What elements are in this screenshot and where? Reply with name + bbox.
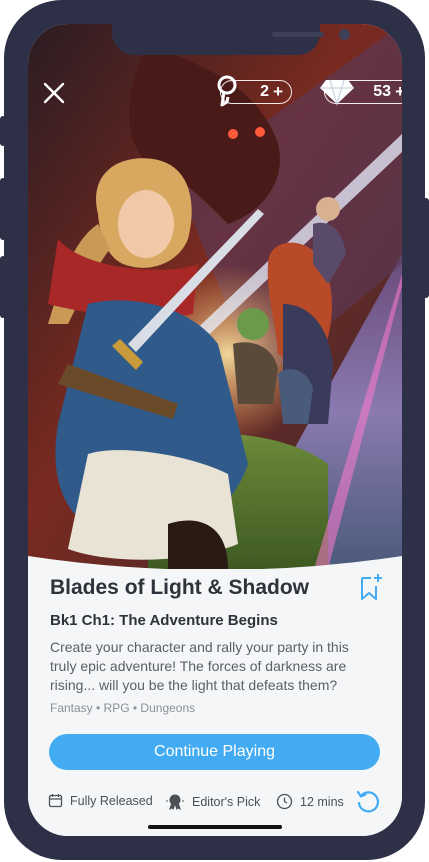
screen: 2 + 53 + Blades of Light & Shadow Bk1 Ch… — [28, 24, 402, 836]
story-title: Blades of Light & Shadow — [50, 576, 310, 599]
key-icon — [217, 75, 237, 107]
restart-icon — [356, 790, 379, 813]
gems-plus: + — [395, 82, 402, 101]
keys-plus: + — [273, 82, 283, 101]
speaker-grille — [272, 32, 324, 37]
close-icon — [43, 82, 65, 104]
release-status-label: Fully Released — [70, 793, 153, 808]
gem-icon — [320, 79, 354, 106]
read-time: 12 mins — [276, 793, 344, 810]
phone-device: 2 + 53 + Blades of Light & Shadow Bk1 Ch… — [0, 0, 429, 862]
notch — [112, 24, 350, 55]
close-button[interactable] — [42, 81, 66, 105]
gems-count: 53 — [373, 83, 392, 100]
read-time-label: 12 mins — [300, 794, 344, 809]
bookmark-add-icon — [361, 574, 382, 600]
editors-pick-badge: Editor's Pick — [165, 793, 260, 811]
editors-pick-label: Editor's Pick — [192, 795, 261, 809]
bookmark-button[interactable] — [358, 572, 384, 602]
continue-playing-button[interactable]: Continue Playing — [49, 734, 380, 770]
genre-tags: Fantasy • RPG • Dungeons — [50, 701, 196, 715]
chapter-label: Bk1 Ch1: The Adventure Begins — [50, 612, 278, 629]
restart-button[interactable] — [355, 788, 381, 814]
home-indicator[interactable] — [148, 825, 282, 829]
award-icon — [166, 794, 184, 810]
front-camera — [339, 29, 350, 40]
release-status: Fully Released — [48, 793, 153, 808]
keys-count: 2 — [260, 83, 270, 100]
calendar-icon — [48, 794, 63, 808]
clock-icon — [276, 793, 293, 810]
story-description: Create your character and rally your par… — [50, 639, 349, 693]
